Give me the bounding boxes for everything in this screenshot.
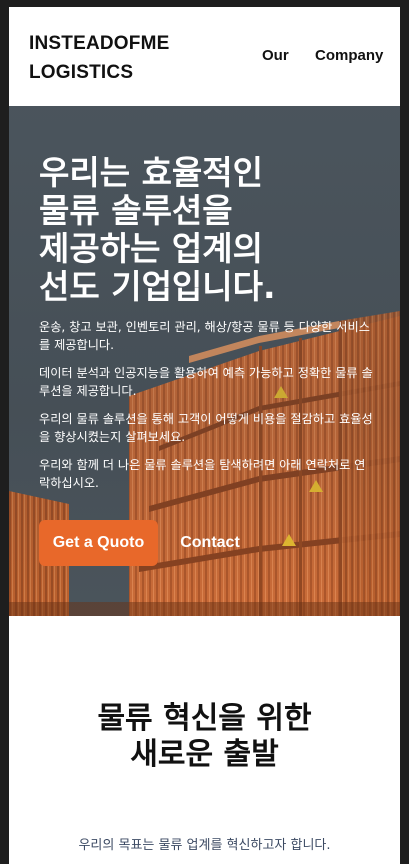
get-quote-button[interactable]: Get a Quoto	[39, 520, 158, 566]
hero-paragraph: 운송, 창고 보관, 인벤토리 관리, 해상/항공 물류 등 다양한 서비스를 …	[39, 320, 370, 352]
hero-title-line: 제공하는 업계의	[39, 229, 264, 268]
contact-button[interactable]: Contact	[169, 520, 251, 566]
hero-title-line: 선도 기업입니다.	[39, 267, 276, 306]
hero-title: 우리는 효율적인 물류 솔루션을 제공하는 업계의 선도 기업입니다.	[39, 154, 369, 306]
hero-paragraph: 우리와 함께 더 나은 물류 솔루션을 탐색하려면 아래 연락처로 연락하십시오…	[39, 458, 366, 490]
page-frame: INSTEADOFME LOGISTICS Our Company 우리는 효율…	[9, 7, 400, 864]
nav-link-company[interactable]: Company	[315, 47, 383, 64]
site-header: INSTEADOFME LOGISTICS Our Company	[9, 7, 400, 106]
nav-link-our[interactable]: Our	[262, 47, 289, 64]
section-title-line: 새로운 출발	[130, 737, 279, 772]
section-title: 물류 혁신을 위한 새로운 출발	[9, 701, 400, 773]
innovation-section: 물류 혁신을 위한 새로운 출발 우리의 목표는 물류 업계를 혁신하고자 합니…	[9, 616, 400, 864]
hero-paragraph: 우리의 물류 솔루션을 통해 고객이 어떻게 비용을 절감하고 효율성을 향상시…	[39, 412, 373, 444]
logo-line-1: INSTEADOFME	[29, 33, 170, 54]
section-title-line: 물류 혁신을 위한	[97, 701, 312, 736]
hero-title-line: 우리는 효율적인	[39, 153, 264, 192]
logo[interactable]: INSTEADOFME LOGISTICS	[29, 29, 199, 87]
section-text: 우리의 목표는 물류 업계를 혁신하고자 합니다.	[78, 838, 331, 853]
hero-title-line: 물류 솔루션을	[39, 191, 233, 230]
hero-paragraph: 데이터 분석과 인공지능을 활용하여 예측 가능하고 정확한 물류 솔루션을 제…	[39, 366, 373, 398]
hero-section: 우리는 효율적인 물류 솔루션을 제공하는 업계의 선도 기업입니다. 운송, …	[9, 106, 400, 616]
logo-line-2: LOGISTICS	[29, 62, 134, 83]
